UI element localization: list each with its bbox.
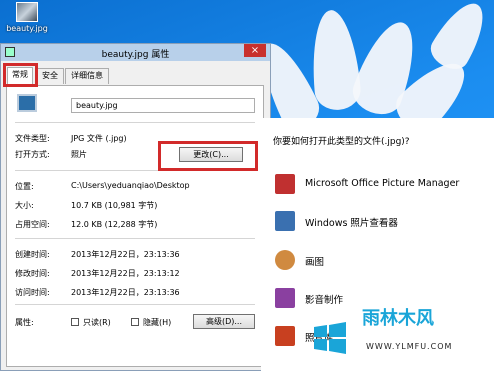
watermark-title: 雨林木风 (362, 308, 434, 329)
app-option-label: 影音制作 (305, 295, 344, 306)
disksize-label: 占用空间: (15, 220, 50, 229)
created-value: 2013年12月22日，23:13:36 (71, 250, 180, 259)
picture-manager-icon (275, 174, 295, 194)
divider (15, 304, 255, 305)
modified-label: 修改时间: (15, 269, 50, 278)
modified-value: 2013年12月22日，23:13:12 (71, 269, 180, 278)
readonly-label: 只读(R) (83, 318, 111, 327)
properties-dialog: beauty.jpg 属性 × 常规 安全 详细信息 beauty.jpg 文件… (0, 43, 271, 371)
advanced-button[interactable]: 高级(D)... (193, 314, 255, 329)
filetype-value: JPG 文件 (.jpg) (71, 134, 127, 143)
general-tab-panel: beauty.jpg 文件类型: JPG 文件 (.jpg) 打开方式: 照片 … (6, 85, 264, 367)
filename-field[interactable]: beauty.jpg (71, 98, 255, 113)
divider (15, 238, 255, 239)
paint-icon (275, 250, 295, 270)
dialog-titlebar[interactable]: beauty.jpg 属性 × (1, 44, 270, 61)
desktop-file-label: beauty.jpg (6, 24, 48, 33)
divider (15, 122, 255, 123)
highlight-box-general-tab (3, 63, 38, 87)
accessed-label: 访问时间: (15, 288, 50, 297)
windows-logo-icon (314, 322, 346, 354)
size-label: 大小: (15, 201, 34, 210)
dialog-title: beauty.jpg 属性 (101, 50, 170, 60)
app-option-label: 画图 (305, 257, 325, 268)
photo-viewer-icon (275, 211, 295, 231)
close-button[interactable]: × (244, 44, 266, 57)
accessed-value: 2013年12月22日，23:13:36 (71, 288, 180, 297)
image-file-icon (17, 94, 37, 112)
hidden-checkbox[interactable] (131, 318, 139, 326)
watermark: 雨林木风 WWW.YLMFU.COM (358, 302, 490, 366)
disksize-value: 12.0 KB (12,288 字节) (71, 220, 158, 229)
tab-details[interactable]: 详细信息 (65, 68, 109, 84)
openwith-value: 照片 (71, 150, 87, 159)
app-option-label: Windows 照片查看器 (305, 218, 398, 229)
app-option-label: Microsoft Office Picture Manager (305, 178, 460, 189)
movie-maker-icon (275, 288, 295, 308)
highlight-box-change-button (158, 141, 258, 171)
open-with-question: 你要如何打开此类型的文件(.jpg)? (273, 137, 410, 147)
attributes-label: 属性: (15, 318, 34, 327)
tab-security[interactable]: 安全 (36, 68, 64, 84)
image-thumbnail-icon (16, 2, 38, 22)
photo-gallery-icon (275, 326, 295, 346)
readonly-checkbox[interactable] (71, 318, 79, 326)
size-value: 10.7 KB (10,981 字节) (71, 201, 158, 210)
watermark-url: WWW.YLMFU.COM (366, 342, 453, 351)
hidden-label: 隐藏(H) (143, 318, 172, 327)
filetype-label: 文件类型: (15, 134, 50, 143)
openwith-label: 打开方式: (15, 150, 50, 159)
location-value: C:\Users\yeduanqiao\Desktop (71, 181, 190, 190)
created-label: 创建时间: (15, 250, 50, 259)
desktop-file-icon[interactable]: beauty.jpg (4, 2, 50, 33)
flower-petal (425, 0, 494, 76)
location-label: 位置: (15, 182, 34, 191)
